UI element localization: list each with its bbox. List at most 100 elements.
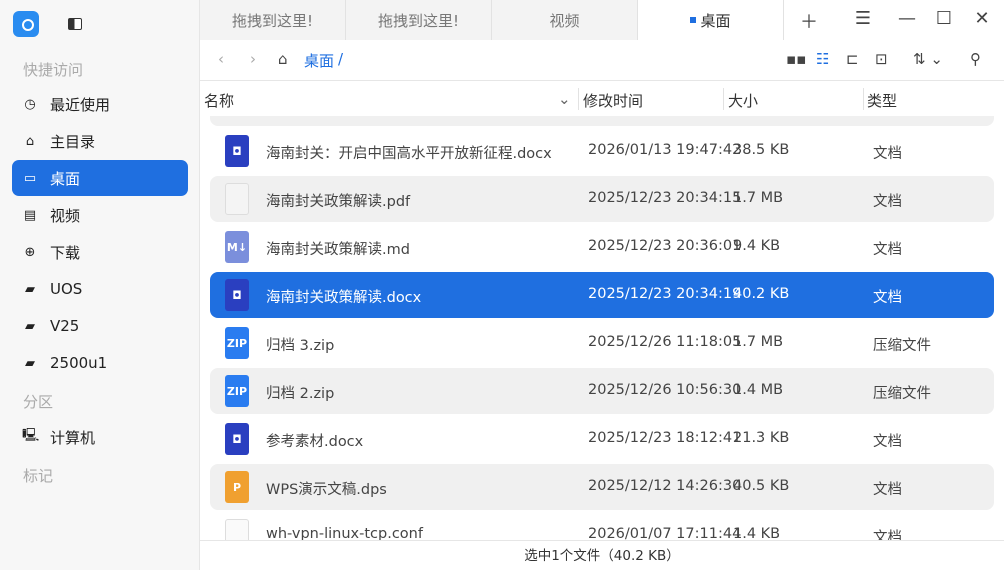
tab-label: 视频	[549, 11, 580, 30]
file-row[interactable]: wh-vpn-linux-tcp.conf 2026/01/07 17:11:4…	[210, 512, 994, 540]
column-modified[interactable]: 修改时间	[583, 90, 643, 111]
section-partitions: 分区	[23, 393, 54, 411]
file-modified: 2025/12/23 20:34:15	[588, 190, 742, 206]
maximize-button[interactable]: ☐	[932, 8, 956, 29]
sidebar-item-label: 计算机	[50, 428, 96, 447]
tab-label: 拖拽到这里!	[231, 11, 313, 30]
file-size: 9.4 KB	[733, 238, 781, 254]
file-type: 文档	[873, 290, 902, 306]
sort-button[interactable]: ⇅ ⌄	[913, 50, 943, 68]
file-size: 21.3 KB	[733, 430, 790, 446]
docx-file-icon: ◘	[225, 423, 249, 455]
sidebar-item-5[interactable]: ▰ UOS	[12, 271, 188, 307]
file-name: 参考素材.docx	[266, 434, 364, 450]
sidebar-item-4[interactable]: ⊕ 下载	[12, 234, 188, 270]
column-divider[interactable]	[578, 88, 579, 110]
dps-file-icon: P	[225, 471, 249, 503]
tab-label: 拖拽到这里!	[377, 11, 459, 30]
home-icon[interactable]: ⌂	[278, 50, 288, 68]
file-row[interactable]: ZIP 归档 2.zip 2025/12/26 10:56:30 1.4 MB …	[210, 368, 994, 414]
file-row[interactable]: ◘ 海南封关政策解读.docx 2025/12/23 20:34:19 40.2…	[210, 272, 994, 318]
sidebar-toggle-icon[interactable]	[68, 18, 82, 30]
file-row[interactable]: P WPS演示文稿.dps 2025/12/12 14:26:30 40.5 K…	[210, 464, 994, 510]
file-type: 压缩文件	[873, 386, 931, 402]
tab-videos[interactable]: 视频	[492, 0, 638, 40]
file-modified: 2025/12/23 20:36:01	[588, 238, 742, 254]
sidebar-item-2[interactable]: ▭ 桌面	[12, 160, 188, 196]
close-button[interactable]: ✕	[970, 8, 994, 29]
file-type: 文档	[873, 530, 902, 540]
section-quick-access: 快捷访问	[23, 61, 84, 79]
file-name: 归档 2.zip	[266, 386, 335, 402]
sidebar-item-label: 2500u1	[50, 354, 108, 372]
column-divider[interactable]	[723, 88, 724, 110]
download-icon: ⊕	[24, 244, 36, 260]
column-divider[interactable]	[863, 88, 864, 110]
toolbar: ‹ › ⌂ 桌面 / ▪▪ ☷ ⊏ ⊡ ⇅ ⌄ ⚲	[200, 40, 1004, 81]
sidebar-item-label: V25	[50, 317, 80, 335]
sidebar-item-label: 下载	[50, 243, 81, 262]
new-tab-button[interactable]: ＋	[797, 8, 821, 34]
forward-button[interactable]: ›	[250, 50, 256, 68]
file-size: 1.4 MB	[733, 382, 784, 398]
file-name: 海南封关政策解读.docx	[266, 290, 422, 306]
file-size: 1.4 KB	[733, 526, 781, 540]
home-icon: ⌂	[25, 133, 35, 149]
sidebar-item-0[interactable]: ◷ 最近使用	[12, 86, 188, 122]
sidebar-item-computer[interactable]: 🖳 计算机	[12, 419, 188, 455]
sidebar-item-label: 视频	[50, 206, 81, 225]
column-name[interactable]: 名称	[204, 90, 234, 111]
file-row[interactable]: ◘ 参考素材.docx 2025/12/23 18:12:41 21.3 KB …	[210, 416, 994, 462]
docx-file-icon: ◘	[225, 135, 249, 167]
tab-drop-1[interactable]: 拖拽到这里!	[200, 0, 346, 40]
sidebar-item-1[interactable]: ⌂ 主目录	[12, 123, 188, 159]
file-type: 文档	[873, 146, 902, 162]
file-size: 40.5 KB	[733, 478, 790, 494]
column-size[interactable]: 大小	[728, 90, 758, 111]
tab-label: 桌面	[700, 11, 731, 30]
chevron-down-icon[interactable]: ⌄	[558, 90, 571, 108]
file-type: 文档	[873, 242, 902, 258]
file-row[interactable]: ZIP 归档 3.zip 2025/12/26 11:18:05 1.7 MB …	[210, 320, 994, 366]
file-size: 1.7 MB	[733, 334, 784, 350]
active-dot-icon	[690, 17, 697, 23]
file-row[interactable]: 海南封关政策解读.pdf 2025/12/23 20:34:15 1.7 MB …	[210, 176, 994, 222]
tab-desktop[interactable]: 桌面	[638, 0, 784, 40]
file-size: 40.2 KB	[733, 286, 790, 302]
icon-view-button[interactable]: ▪▪	[786, 50, 806, 68]
tree-view-button[interactable]: ⊏	[846, 50, 859, 68]
file-modified: 2025/12/12 14:26:30	[588, 478, 742, 494]
breadcrumb-separator: /	[338, 50, 344, 68]
tab-bar: 拖拽到这里! 拖拽到这里! 视频 桌面	[200, 0, 1004, 40]
sidebar-item-label: 最近使用	[50, 95, 111, 114]
file-row[interactable]: M↓ 海南封关政策解读.md 2025/12/23 20:36:01 9.4 K…	[210, 224, 994, 270]
conf-file-icon	[225, 519, 249, 540]
tab-drop-2[interactable]: 拖拽到这里!	[346, 0, 492, 40]
menu-button[interactable]: ☰	[851, 8, 875, 29]
partial-row	[210, 116, 994, 126]
sidebar-item-label: 主目录	[50, 132, 96, 151]
file-size: 1.7 MB	[733, 190, 784, 206]
file-name: WPS演示文稿.dps	[266, 482, 387, 498]
sidebar-item-3[interactable]: ▤ 视频	[12, 197, 188, 233]
file-modified: 2026/01/07 17:11:44	[588, 526, 742, 540]
file-name: 海南封关政策解读.pdf	[266, 194, 411, 210]
list-view-button[interactable]: ☷	[816, 50, 829, 68]
back-button[interactable]: ‹	[218, 50, 224, 68]
file-name: 海南封关政策解读.md	[266, 242, 410, 258]
file-size: 38.5 KB	[733, 142, 790, 158]
md-file-icon: M↓	[225, 231, 249, 263]
sidebar-item-7[interactable]: ▰ 2500u1	[12, 345, 188, 381]
section-tags: 标记	[23, 467, 54, 485]
search-button[interactable]: ⚲	[970, 50, 981, 68]
file-name: wh-vpn-linux-tcp.conf	[266, 526, 423, 540]
file-list: ◘ 海南封关：开启中国高水平开放新征程.docx 2026/01/13 19:4…	[200, 116, 1004, 540]
breadcrumb-desktop[interactable]: 桌面	[304, 50, 334, 71]
more-options-button[interactable]: ⊡	[875, 50, 888, 68]
file-row[interactable]: ◘ 海南封关：开启中国高水平开放新征程.docx 2026/01/13 19:4…	[210, 128, 994, 174]
sidebar-item-6[interactable]: ▰ V25	[12, 308, 188, 344]
column-type[interactable]: 类型	[867, 90, 897, 111]
clock-icon: ◷	[24, 96, 36, 112]
column-header: 名称 ⌄ 修改时间 大小 类型	[200, 82, 1004, 116]
minimize-button[interactable]: —	[895, 8, 919, 29]
